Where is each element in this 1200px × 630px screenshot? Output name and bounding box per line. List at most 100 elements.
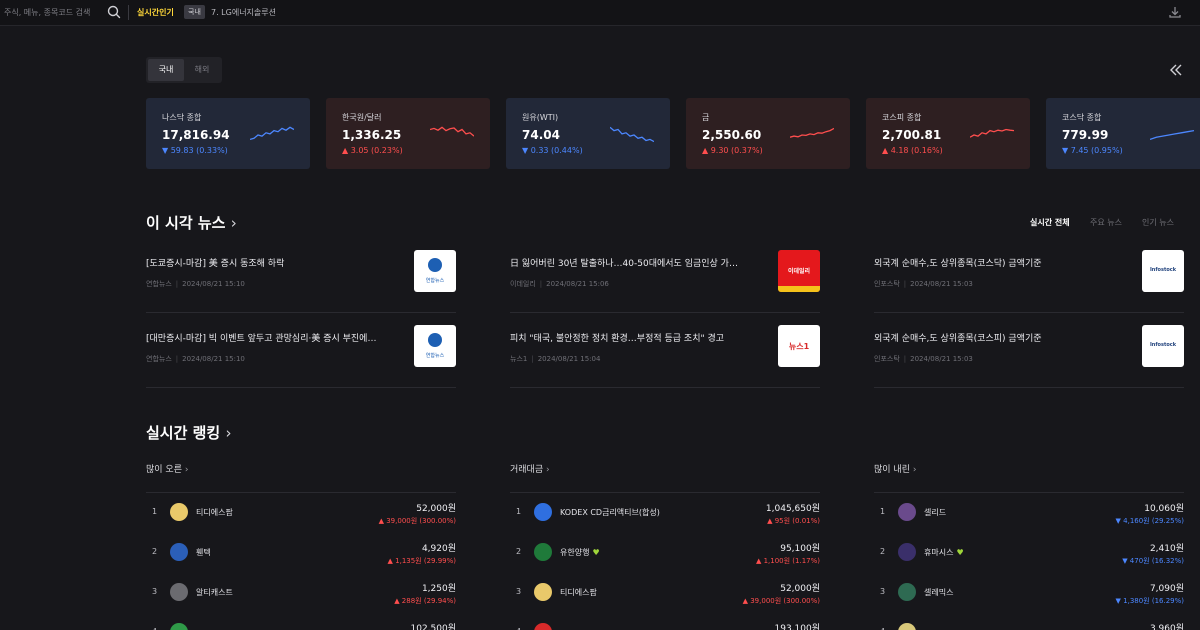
stock-logo-icon	[170, 543, 188, 561]
index-value: 779.99	[1062, 128, 1109, 142]
index-value: 17,816.94	[162, 128, 230, 142]
heart-icon: ♥	[956, 548, 964, 557]
news-thumbnail[interactable]: Infostock	[1142, 250, 1184, 292]
index-card[interactable]: 원유(WTI) 74.04 ▼ 0.33 (0.44%)	[506, 98, 670, 169]
stock-change: ▼ 470원 (16.32%)	[1122, 557, 1184, 565]
ranking-column-heading[interactable]: 많이 오른 ›	[146, 462, 188, 475]
ranking-row[interactable]: 3 셀레믹스 7,090원 ▼ 1,380원 (16.29%)	[874, 573, 1184, 613]
ranking-row[interactable]: 2 휴마시스 ♥ 2,410원 ▼ 470원 (16.32%)	[874, 533, 1184, 573]
news-item[interactable]: 日 잃어버린 30년 탈출하나…40-50대에서도 임금인상 가… 이데일리 | 20…	[510, 250, 820, 314]
ranking-heading-text: 거래대금	[510, 465, 544, 475]
chevron-right-icon: ›	[230, 214, 237, 232]
ranking-row[interactable]: 2 유한양행 ♥ 95,100원 ▲ 1,100원 (1.17%)	[510, 533, 820, 573]
news-headline[interactable]: 日 잃어버린 30년 탈출하나…40-50대에서도 임금인상 가…	[510, 256, 766, 269]
search-input[interactable]: 주식, 메뉴, 종목코드 검색	[4, 7, 90, 18]
news-filter-all[interactable]: 실시간 전체	[1030, 217, 1070, 228]
stock-name: 유한양행 ♥	[560, 547, 600, 558]
stock-name: 휴마시스 ♥	[924, 547, 964, 558]
download-icon[interactable]	[1167, 4, 1183, 20]
stock-price: 52,000원	[416, 504, 456, 514]
ranking-column-heading[interactable]: 거래대금 ›	[510, 462, 550, 475]
ranking-row[interactable]: 3 티디에스팜 52,000원 ▲ 39,000원 (300.00%)	[510, 573, 820, 613]
tab-domestic[interactable]: 국내	[148, 59, 184, 81]
news-meta: 이데일리 | 2024/08/21 15:06	[510, 279, 609, 289]
sparkline-path	[970, 128, 1014, 138]
news-meta: 인포스탁 | 2024/08/21 15:03	[874, 354, 973, 364]
rank-number: 2	[152, 547, 158, 556]
index-change: ▼ 59.83 (0.33%)	[162, 146, 228, 155]
ranking-row[interactable]: 3 알티캐스트 1,250원 ▲ 288원 (29.94%)	[146, 573, 456, 613]
news-item[interactable]: [대만증시-마감] 빅 이벤트 앞두고 관망심리·美 증시 부진에… 연합뉴스 | 2…	[146, 325, 456, 389]
ranking-column-heading[interactable]: 많이 내린 ›	[874, 462, 916, 475]
news-item[interactable]: 외국계 순매수,도 상위종목(코스피) 금액기준인포스탁 | 2024/08/21 …	[874, 325, 1184, 389]
index-card[interactable]: 코스닥 종합 779.99 ▼ 7.45 (0.95%)	[1046, 98, 1200, 169]
thumb-text: 뉴스1	[788, 342, 810, 351]
news-headline[interactable]: 외국계 순매수,도 상위종목(코스닥) 금액기준	[874, 256, 1130, 269]
stock-name: 셀리드	[924, 507, 946, 518]
ranking-row[interactable]: 1 티디에스팜 52,000원 ▲ 39,000원 (300.00%)	[146, 493, 456, 533]
news-item[interactable]: 피치 "태국, 불안정한 정치 환경…부정적 등급 조치" 경고 뉴스1 | 2024…	[510, 325, 820, 389]
news-thumbnail[interactable]: 뉴스1	[778, 325, 820, 367]
realtime-market-badge: 국내	[184, 5, 205, 19]
meta-separator: |	[903, 355, 907, 363]
stock-change: ▲ 1,100원 (1.17%)	[755, 557, 820, 565]
realtime-popular-item[interactable]: 7. LG에너지솔루션	[211, 7, 276, 18]
news-filter-main[interactable]: 주요 뉴스	[1090, 217, 1122, 228]
news-section-title[interactable]: 이 시각 뉴스 ›	[146, 212, 237, 233]
index-change: ▲ 4.18 (0.16%)	[882, 146, 943, 155]
news-headline[interactable]: [도쿄증시-마감] 美 증시 동조해 하락	[146, 256, 402, 269]
realtime-popular-label[interactable]: 실시간인기	[137, 7, 174, 18]
rank-number: 2	[880, 547, 886, 556]
news-filter-popular[interactable]: 인기 뉴스	[1142, 217, 1174, 228]
ranking-row[interactable]: 4102,500원	[146, 613, 456, 630]
rank-number: 3	[516, 587, 522, 596]
news-meta: 연합뉴스 | 2024/08/21 15:10	[146, 354, 245, 364]
ranking-section-title[interactable]: 실시간 랭킹 ›	[146, 422, 231, 443]
stock-change: ▲ 39,000원 (300.00%)	[378, 517, 456, 525]
news-thumbnail[interactable]: 연합뉴스	[414, 250, 456, 292]
news-source: 뉴스1	[510, 355, 528, 363]
stock-logo-icon	[534, 583, 552, 601]
sparkline-path	[430, 126, 474, 137]
index-card[interactable]: 한국원/달러 1,336.25 ▲ 3.05 (0.23%)	[326, 98, 490, 169]
index-value: 2,550.60	[702, 128, 762, 142]
divider	[874, 312, 1184, 313]
ranking-row[interactable]: 2 휀텍 4,920원 ▲ 1,135원 (29.99%)	[146, 533, 456, 573]
double-chevron-left-icon[interactable]	[1168, 62, 1184, 78]
news-headline[interactable]: [대만증시-마감] 빅 이벤트 앞두고 관망심리·美 증시 부진에…	[146, 331, 402, 344]
index-card[interactable]: 나스닥 종합 17,816.94 ▼ 59.83 (0.33%)	[146, 98, 310, 169]
stock-name: 휀텍	[196, 547, 211, 558]
stock-change: ▲ 288원 (29.94%)	[394, 597, 456, 605]
ranking-row[interactable]: 4193,100원	[510, 613, 820, 630]
news-date: 2024/08/21 15:03	[910, 280, 973, 288]
meta-separator: |	[903, 280, 907, 288]
news-headline[interactable]: 피치 "태국, 불안정한 정치 환경…부정적 등급 조치" 경고	[510, 331, 766, 344]
index-name: 코스피 종합	[882, 113, 922, 122]
ranking-row[interactable]: 1 KODEX CD금리액티브(합성) 1,045,650원 ▲ 95원 (0.01%…	[510, 493, 820, 533]
index-value: 1,336.25	[342, 128, 402, 142]
ranking-row[interactable]: 1 셀리드 10,060원 ▼ 4,160원 (29.25%)	[874, 493, 1184, 533]
index-card[interactable]: 코스피 종합 2,700.81 ▲ 4.18 (0.16%)	[866, 98, 1030, 169]
sparkline-path	[790, 127, 834, 138]
search-icon[interactable]	[106, 4, 122, 20]
news-thumbnail[interactable]: 연합뉴스	[414, 325, 456, 367]
divider	[874, 387, 1184, 388]
news-source: 연합뉴스	[146, 355, 172, 363]
index-change: ▲ 9.30 (0.37%)	[702, 146, 763, 155]
stock-logo-icon	[898, 543, 916, 561]
news-headline[interactable]: 외국계 순매수,도 상위종목(코스피) 금액기준	[874, 331, 1130, 344]
news-item[interactable]: 외국계 순매수,도 상위종목(코스닥) 금액기준 인포스탁 | 2024/08/21 …	[874, 250, 1184, 314]
divider	[146, 387, 456, 388]
yonhap-logo-icon	[428, 333, 442, 347]
news-title-text: 이 시각 뉴스	[146, 214, 226, 232]
sparkline-chart	[970, 128, 1014, 138]
ranking-title-text: 실시간 랭킹	[146, 424, 221, 442]
news-thumbnail[interactable]: 이데일리	[778, 250, 820, 292]
sparkline-chart	[250, 126, 294, 141]
news-item[interactable]: [도쿄증시-마감] 美 증시 동조해 하락 연합뉴스 | 2024/08/21 15:…	[146, 250, 456, 314]
index-name: 한국원/달러	[342, 113, 382, 122]
news-thumbnail[interactable]: Infostock	[1142, 325, 1184, 367]
tab-overseas[interactable]: 해외	[184, 59, 220, 81]
ranking-row[interactable]: 43,960원	[874, 613, 1184, 630]
index-card[interactable]: 금 2,550.60 ▲ 9.30 (0.37%)	[686, 98, 850, 169]
